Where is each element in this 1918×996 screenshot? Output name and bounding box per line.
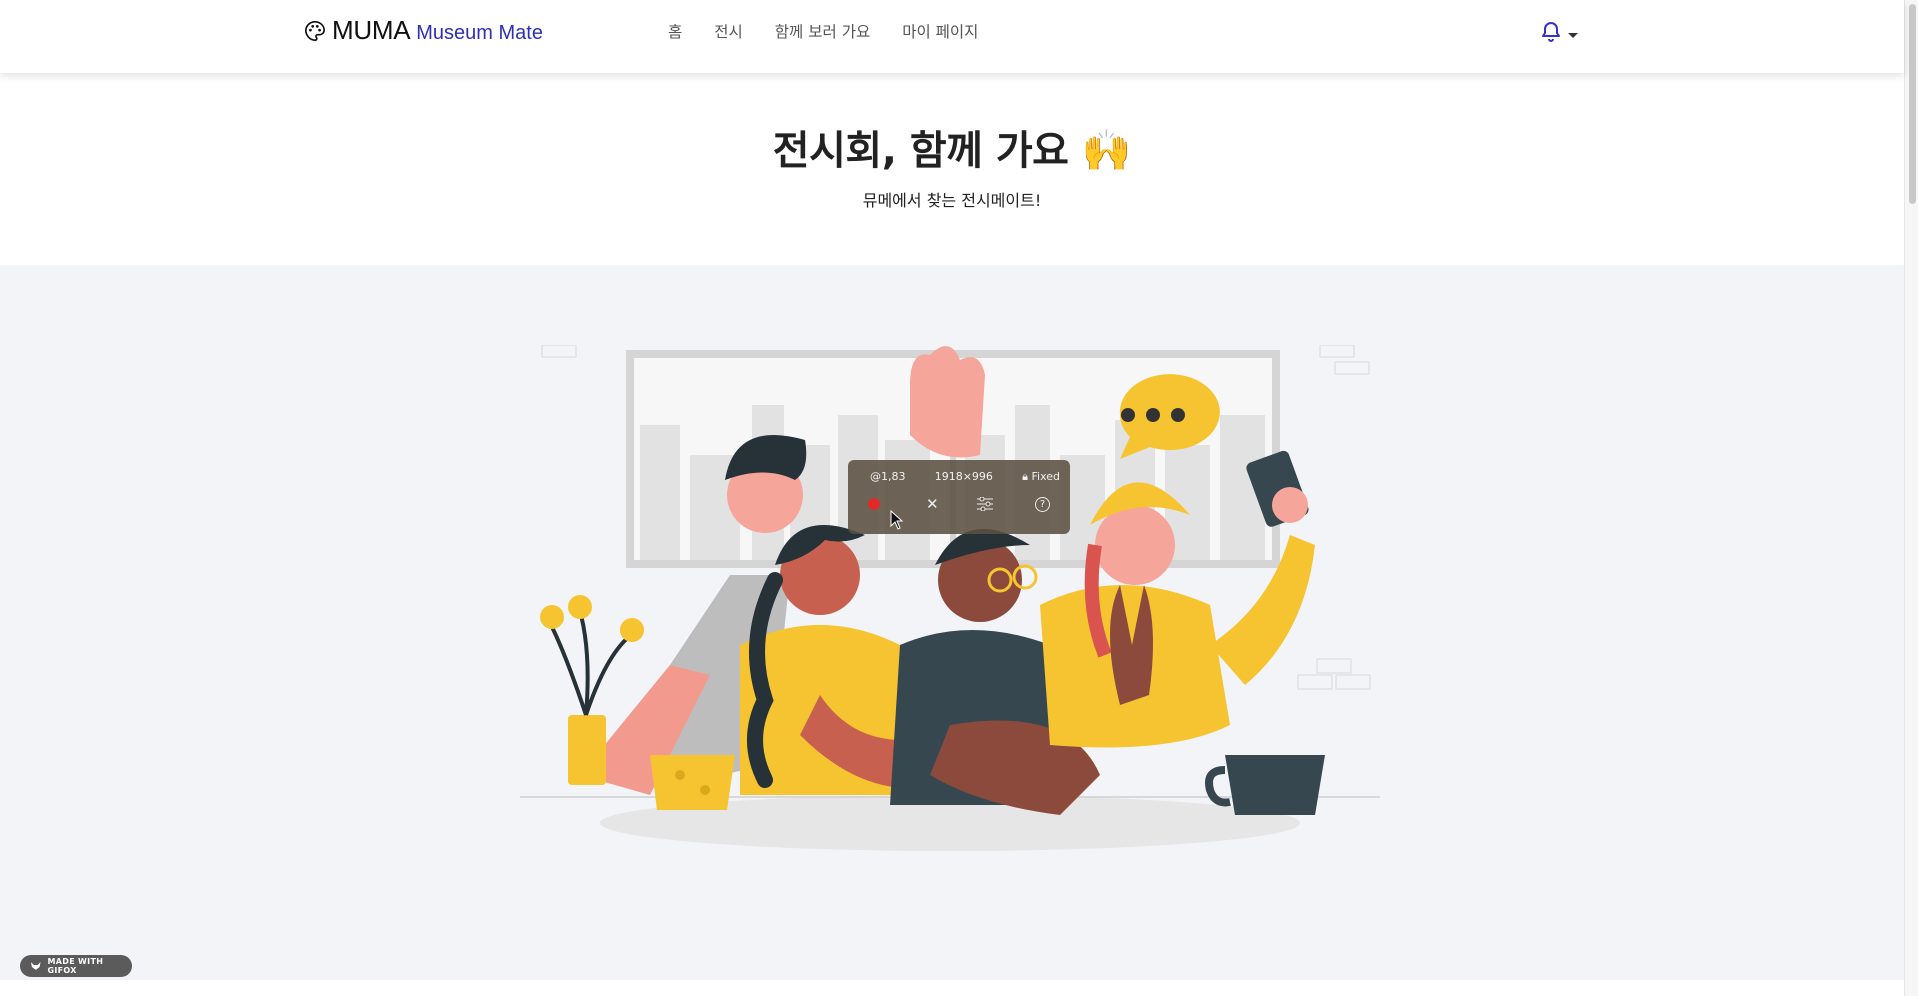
record-button[interactable]: [868, 498, 880, 510]
hero-title: 전시회, 함께 가요 🙌: [772, 128, 1132, 174]
lock-icon: 🔒︎: [1022, 470, 1028, 483]
recorder-size: 1918×996: [934, 470, 993, 483]
illustration-section: [0, 265, 1904, 980]
brand-name: MUMA: [332, 15, 411, 45]
page: MUMA Museum Mate 홈 전시 함께 보러 가요 마이 페이지 전시…: [0, 0, 1918, 996]
screen-recorder-toolbar: @1,83 1918×996 🔒︎ Fixed ✕ ?: [848, 460, 1070, 534]
scrollbar-thumb[interactable]: [1909, 4, 1916, 204]
chevron-down-icon: [1568, 33, 1578, 38]
sliders-icon[interactable]: [977, 497, 993, 511]
close-icon[interactable]: ✕: [926, 497, 939, 512]
help-icon[interactable]: ?: [1035, 496, 1050, 512]
top-navbar: MUMA Museum Mate 홈 전시 함께 보러 가요 마이 페이지: [0, 0, 1904, 73]
nav-item-exhibition[interactable]: 전시: [698, 20, 759, 42]
gifox-badge-label: MADE WITH GIFOX: [47, 957, 104, 975]
recorder-mode-label: Fixed: [1031, 470, 1060, 483]
bell-icon: [1542, 22, 1560, 42]
brand-logo-link[interactable]: MUMA Museum Mate: [304, 15, 543, 46]
mouse-cursor-icon: [890, 510, 904, 530]
gifox-badge: MADE WITH GIFOX: [20, 955, 132, 977]
recorder-position: @1,83: [870, 470, 906, 483]
friends-selfie-illustration: [520, 345, 1380, 851]
brand-subtitle: Museum Mate: [416, 21, 543, 44]
hero-subtitle: 뮤메에서 찾는 전시메이트!: [862, 191, 1042, 210]
fox-icon: [30, 962, 41, 970]
nav-item-go-together[interactable]: 함께 보러 가요: [759, 20, 886, 42]
hero-section: 전시회, 함께 가요 🙌 뮤메에서 찾는 전시메이트!: [0, 73, 1904, 265]
nav-item-home[interactable]: 홈: [652, 20, 698, 42]
notification-dropdown[interactable]: [1539, 20, 1578, 44]
recorder-mode[interactable]: 🔒︎ Fixed: [1022, 470, 1060, 484]
recorder-info-row: @1,83 1918×996 🔒︎ Fixed: [848, 470, 1070, 484]
palette-icon: [305, 20, 325, 41]
main-nav: 홈 전시 함께 보러 가요 마이 페이지: [652, 20, 994, 42]
page-scrollbar[interactable]: [1904, 0, 1918, 996]
nav-item-my-page[interactable]: 마이 페이지: [886, 20, 994, 42]
